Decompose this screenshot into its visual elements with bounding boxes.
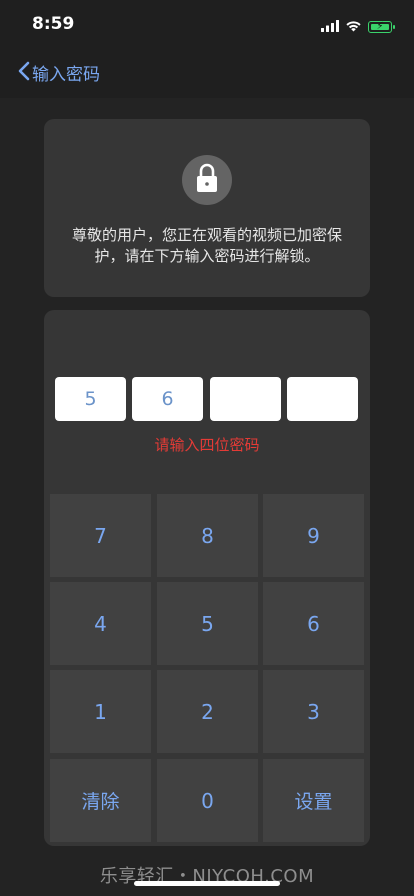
key-8[interactable]: 8 [157, 494, 258, 577]
pin-digit-2[interactable]: 6 [132, 377, 203, 421]
clear-button[interactable]: 清除 [50, 759, 151, 842]
key-9[interactable]: 9 [263, 494, 364, 577]
wifi-icon [345, 17, 362, 36]
key-0[interactable]: 0 [157, 759, 258, 842]
pin-digit-1[interactable]: 5 [55, 377, 126, 421]
battery-charging-icon: ⚡ [368, 20, 395, 33]
nav-bar: 输入密码 [0, 48, 414, 98]
status-time: 8:59 [32, 14, 75, 34]
nav-title: 输入密码 [32, 65, 100, 85]
lock-badge [182, 155, 232, 205]
info-card: 尊敬的用户，您正在观看的视频已加密保护，请在下方输入密码进行解锁。 [44, 119, 370, 297]
key-7[interactable]: 7 [50, 494, 151, 577]
back-button[interactable]: 输入密码 [18, 60, 100, 85]
info-message: 尊敬的用户，您正在观看的视频已加密保护，请在下方输入密码进行解锁。 [71, 226, 342, 265]
key-1[interactable]: 1 [50, 670, 151, 753]
settings-button[interactable]: 设置 [263, 759, 364, 842]
pin-digit-3[interactable] [210, 377, 281, 421]
lock-icon [195, 163, 219, 197]
key-3[interactable]: 3 [263, 670, 364, 753]
signal-icon [321, 17, 339, 36]
key-5[interactable]: 5 [157, 582, 258, 665]
key-6[interactable]: 6 [263, 582, 364, 665]
home-indicator[interactable] [134, 881, 280, 886]
chevron-left-icon [18, 61, 30, 85]
pin-hint: 请输入四位密码 [154, 436, 260, 454]
key-4[interactable]: 4 [50, 582, 151, 665]
status-icons: ⚡ [321, 17, 395, 36]
status-bar: 8:59 ⚡ [0, 0, 414, 48]
key-2[interactable]: 2 [157, 670, 258, 753]
pin-card: 5 6 请输入四位密码 7 8 9 4 5 6 1 2 3 清除 0 设置 [44, 310, 370, 846]
pin-digit-4[interactable] [287, 377, 358, 421]
